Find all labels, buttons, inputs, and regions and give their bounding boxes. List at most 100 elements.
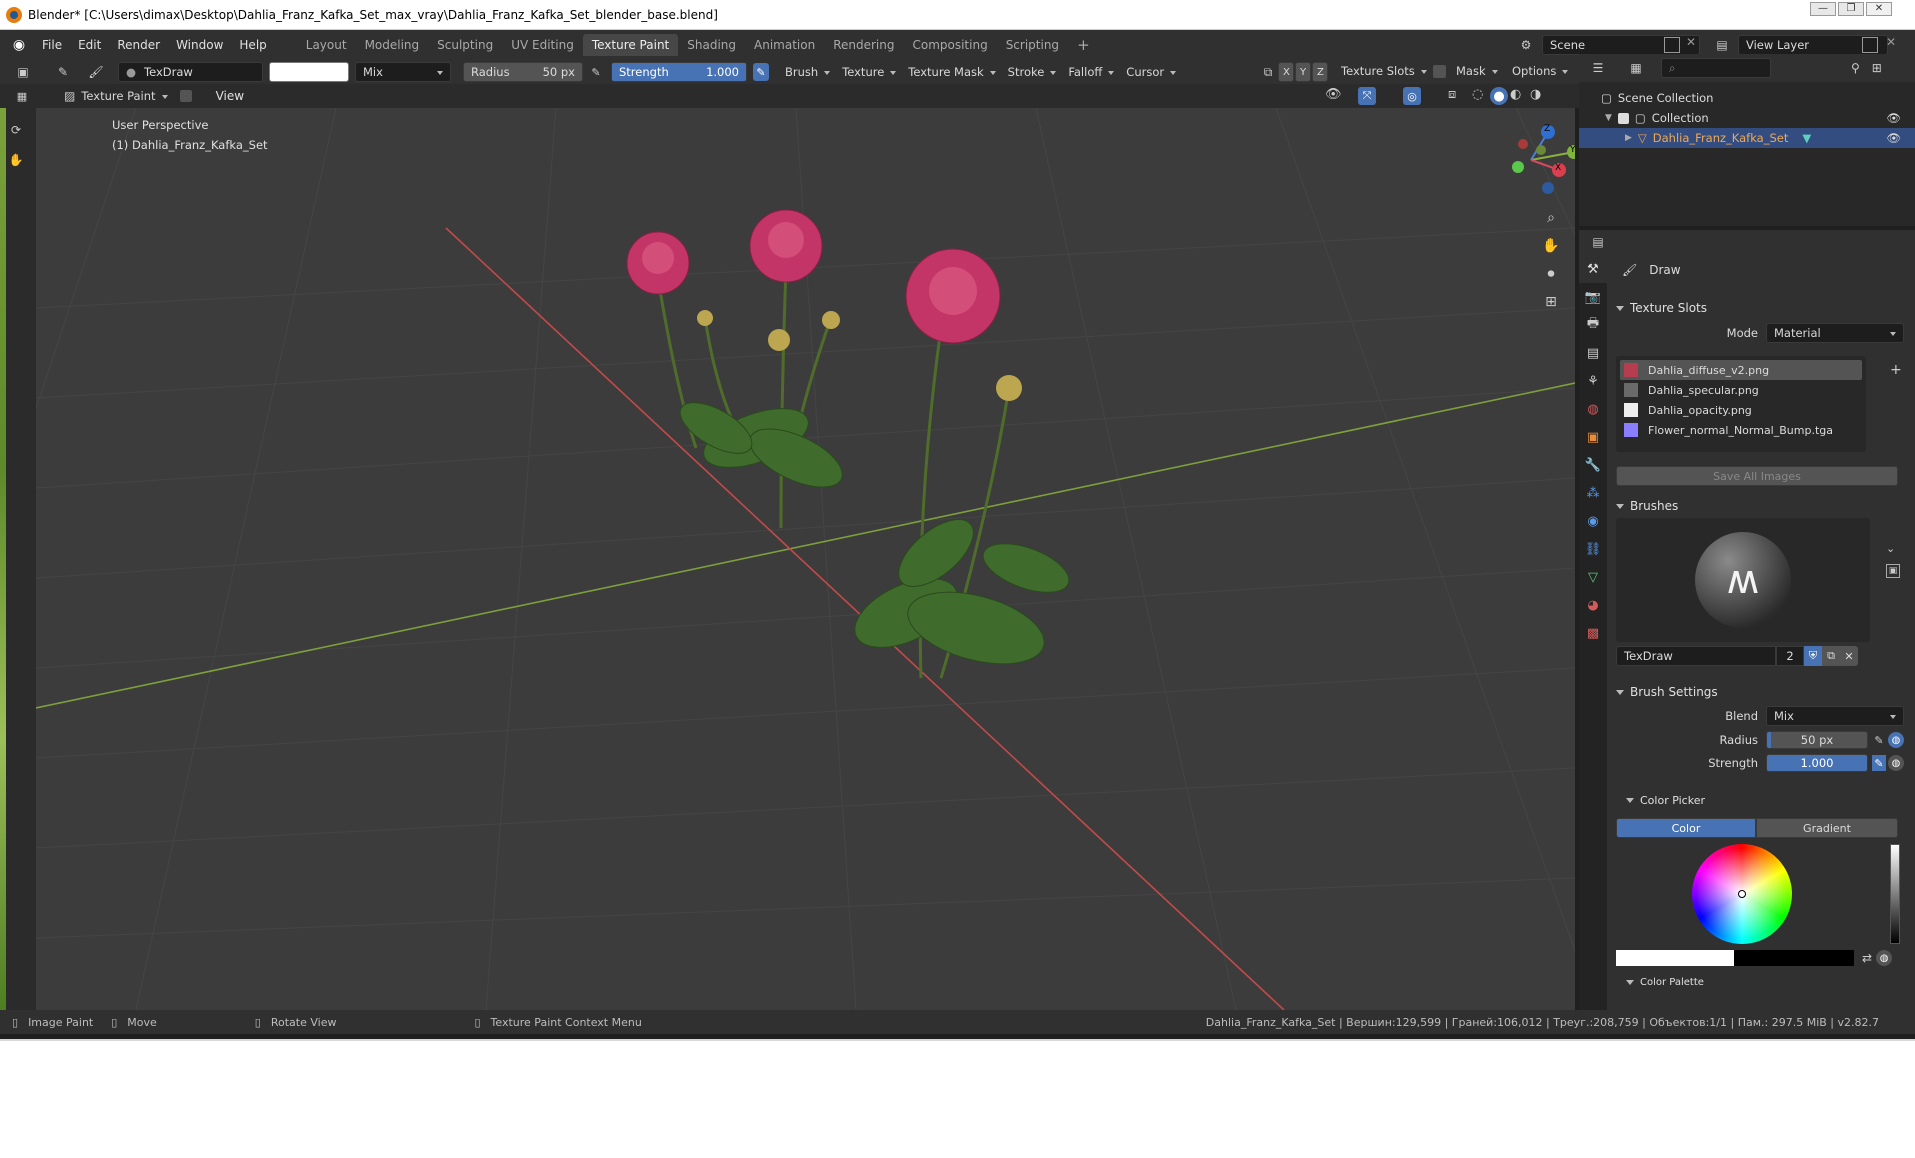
- blend-mode-dropdown[interactable]: Mix: [355, 62, 451, 82]
- navigation-gizmo[interactable]: Z Y X: [1486, 120, 1575, 200]
- rotate-icon[interactable]: ⟳: [6, 120, 26, 140]
- unified-color-icon[interactable]: ◍: [1876, 950, 1893, 966]
- view-layer-icon[interactable]: ▤: [1708, 35, 1736, 55]
- texture-slot-item[interactable]: Dahlia_diffuse_v2.png: [1620, 360, 1862, 380]
- expand-arrow-icon[interactable]: ▼: [1605, 113, 1612, 123]
- view-menu[interactable]: View: [208, 89, 252, 103]
- tab-animation[interactable]: Animation: [745, 34, 824, 56]
- secondary-color-swatch[interactable]: [1734, 950, 1854, 966]
- radius-unit-icon[interactable]: ◍: [1888, 732, 1904, 748]
- tab-material-icon[interactable]: ◕: [1579, 591, 1607, 619]
- tab-object-icon[interactable]: ▣: [1579, 423, 1607, 451]
- collection-row[interactable]: ▼ ▢ Collection 👁: [1579, 108, 1915, 128]
- value-slider[interactable]: [1890, 844, 1900, 944]
- minimize-button[interactable]: —: [1810, 2, 1836, 16]
- tab-output-icon[interactable]: 🖶: [1579, 311, 1607, 339]
- display-mode-icon[interactable]: ▦: [1623, 61, 1649, 75]
- mirror-x-toggle[interactable]: X: [1278, 62, 1294, 82]
- shading-rendered-icon[interactable]: ◑: [1530, 87, 1541, 102]
- menu-window[interactable]: Window: [168, 38, 231, 52]
- stroke-menu[interactable]: Stroke: [1008, 65, 1057, 79]
- filter-icon[interactable]: ⚲: [1851, 61, 1860, 75]
- brush-menu[interactable]: Brush: [785, 65, 830, 79]
- strength-pressure-toggle-icon[interactable]: ✎: [1872, 755, 1886, 771]
- radius-field[interactable]: 50 px: [1766, 731, 1868, 749]
- collection-visibility-icon[interactable]: 👁: [1886, 111, 1901, 125]
- object-row[interactable]: ▶ ▽ Dahlia_Franz_Kafka_Set ▼ 👁: [1579, 128, 1915, 148]
- tab-modifiers-icon[interactable]: 🔧: [1579, 451, 1607, 479]
- tab-scripting[interactable]: Scripting: [997, 34, 1068, 56]
- brush-icon[interactable]: 🖌: [84, 62, 108, 82]
- mirror-icon[interactable]: ⧉: [1260, 63, 1276, 81]
- texture-mask-menu[interactable]: Texture Mask: [908, 65, 995, 79]
- outliner-editor-icon[interactable]: ☰: [1585, 61, 1611, 75]
- tab-uv-editing[interactable]: UV Editing: [502, 34, 583, 56]
- texture-slot-item[interactable]: Dahlia_specular.png: [1620, 380, 1862, 400]
- strength-pressure-icon[interactable]: ✎: [753, 63, 769, 81]
- shading-material-icon[interactable]: ◐: [1510, 87, 1521, 102]
- swap-colors-icon[interactable]: ⇄: [1862, 951, 1872, 965]
- brush-name-field[interactable]: ● TexDraw: [118, 62, 263, 82]
- mode-dropdown[interactable]: Material: [1766, 323, 1904, 343]
- tab-world-icon[interactable]: ◍: [1579, 395, 1607, 423]
- new-collection-icon[interactable]: ⊞: [1872, 61, 1882, 75]
- cursor-menu[interactable]: Cursor: [1126, 65, 1176, 79]
- fake-user-shield-icon[interactable]: ⛨: [1804, 646, 1822, 666]
- camera-view-icon[interactable]: ⏺: [1538, 260, 1564, 288]
- tab-view-layer-icon[interactable]: ▤: [1579, 339, 1607, 367]
- zoom-icon[interactable]: ⌕: [1538, 204, 1564, 232]
- tab-rendering[interactable]: Rendering: [824, 34, 903, 56]
- tab-modeling[interactable]: Modeling: [356, 34, 429, 56]
- gizmo-toggle-icon[interactable]: ⤧: [1358, 87, 1376, 105]
- radius-pressure-icon[interactable]: ✎: [589, 66, 603, 79]
- tab-layout[interactable]: Layout: [297, 34, 356, 56]
- brush-preview[interactable]: ʍ: [1616, 518, 1870, 642]
- mode-dropdown[interactable]: Texture Paint: [81, 89, 167, 103]
- scene-icon[interactable]: ⚙: [1512, 35, 1540, 55]
- strength-field[interactable]: 1.000: [1766, 754, 1868, 772]
- 3d-viewport[interactable]: User Perspective (1) Dahlia_Franz_Kafka_…: [36, 108, 1575, 1010]
- menu-file[interactable]: File: [34, 38, 70, 52]
- add-workspace-button[interactable]: +: [1068, 32, 1099, 58]
- mirror-z-toggle[interactable]: Z: [1312, 62, 1328, 82]
- menu-edit[interactable]: Edit: [70, 38, 109, 52]
- brush-color-swatch[interactable]: [269, 62, 349, 82]
- tab-scene-icon[interactable]: ⚘: [1579, 367, 1607, 395]
- strength-slider[interactable]: Strength 1.000: [611, 62, 747, 82]
- radius-pressure-toggle-icon[interactable]: ✎: [1872, 734, 1886, 747]
- brush-list-expand-icon[interactable]: ⌄: [1886, 542, 1895, 555]
- delete-view-layer-icon[interactable]: ✕: [1886, 35, 1896, 49]
- pan-view-icon[interactable]: ✋: [1538, 232, 1564, 260]
- texture-slot-list[interactable]: Dahlia_diffuse_v2.png Dahlia_specular.pn…: [1616, 356, 1866, 452]
- texture-slots-panel-header[interactable]: Texture Slots: [1610, 296, 1910, 320]
- mask-checkbox[interactable]: [1433, 65, 1446, 78]
- color-mode-tab[interactable]: Color: [1616, 818, 1756, 838]
- maximize-button[interactable]: ❐: [1838, 2, 1864, 16]
- tab-shading[interactable]: Shading: [678, 34, 745, 56]
- editor-type-icon[interactable]: ▣: [12, 62, 34, 82]
- tab-data-icon[interactable]: ▽: [1579, 563, 1607, 591]
- save-all-images-button[interactable]: Save All Images: [1616, 466, 1898, 486]
- brush-image-icon[interactable]: ▣: [1886, 564, 1900, 578]
- mask-menu[interactable]: Mask: [1456, 64, 1498, 78]
- properties-editor-icon[interactable]: ▤: [1587, 235, 1609, 249]
- new-view-layer-icon[interactable]: [1862, 37, 1878, 53]
- color-palette-subpanel-header[interactable]: Color Palette: [1610, 972, 1910, 992]
- brush-settings-panel-header[interactable]: Brush Settings: [1610, 680, 1910, 704]
- strength-unified-icon[interactable]: ◍: [1888, 755, 1904, 771]
- delete-scene-icon[interactable]: ✕: [1686, 35, 1696, 49]
- visibility-icon[interactable]: 👁: [1325, 87, 1342, 102]
- close-button[interactable]: ✕: [1866, 2, 1892, 16]
- outliner-search-input[interactable]: ⌕: [1661, 58, 1771, 78]
- new-scene-icon[interactable]: [1664, 37, 1680, 53]
- pan-hand-icon[interactable]: ✋: [6, 150, 26, 170]
- color-wheel-cursor[interactable]: [1738, 890, 1746, 898]
- duplicate-brush-icon[interactable]: ⧉: [1822, 646, 1840, 666]
- texture-slot-item[interactable]: Dahlia_opacity.png: [1620, 400, 1862, 420]
- ortho-toggle-icon[interactable]: ⊞: [1538, 288, 1564, 316]
- tab-particles-icon[interactable]: ⁂: [1579, 479, 1607, 507]
- scene-collection-row[interactable]: ▢ Scene Collection: [1579, 88, 1915, 108]
- shading-solid-icon[interactable]: ●: [1490, 87, 1508, 105]
- overlay-toggle-icon[interactable]: ◎: [1403, 87, 1421, 105]
- options-menu[interactable]: Options: [1512, 64, 1568, 78]
